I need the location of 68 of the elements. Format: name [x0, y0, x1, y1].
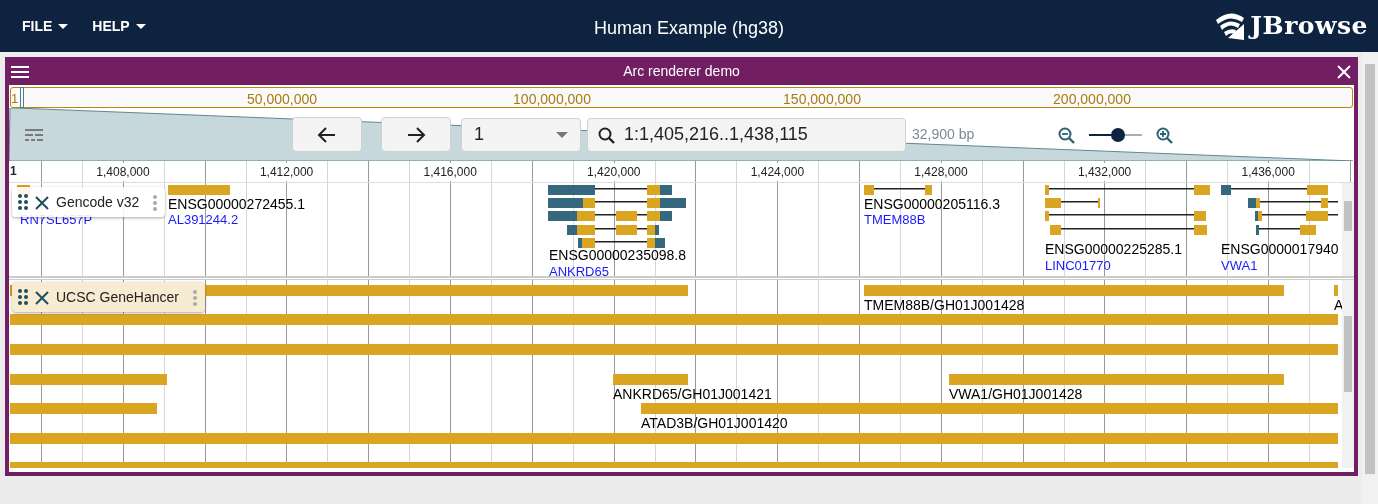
feature-label: ANKRD65/GH01J001421 [613, 387, 772, 401]
slider-thumb[interactable] [1111, 127, 1126, 142]
zoom-in-icon [1156, 126, 1174, 144]
ruler-chromosome: 1 [10, 163, 17, 180]
more-icon [153, 194, 158, 211]
ruler-tick-label: 1,428,000 [912, 163, 970, 181]
scrollbar[interactable] [1342, 183, 1354, 276]
menu-icon [11, 64, 29, 79]
overview-tick-label: 200,000,000 [1053, 90, 1131, 109]
close-icon [34, 194, 50, 211]
more-icon [192, 289, 197, 306]
zoom-slider[interactable] [1089, 127, 1143, 142]
ruler-tick-label: 1,416,000 [421, 163, 479, 181]
scrollbar[interactable] [1362, 52, 1378, 504]
close-icon [34, 289, 50, 306]
logo-icon [1214, 10, 1247, 42]
feature-id: ENSG00000235098.8 [549, 248, 686, 262]
overview-start: 1 [11, 90, 19, 108]
gene-name: LINC01770 [1045, 259, 1111, 272]
ruler-tick-label: 1,408,000 [94, 163, 152, 181]
drag-handle-icon[interactable] [18, 289, 28, 305]
ruler-tick-label: 1,420,000 [585, 163, 643, 181]
view-title: Arc renderer demo [623, 62, 740, 79]
feature-id: ENSG00000272455.1 [168, 197, 305, 211]
logo-text: JBrowse [1250, 10, 1368, 43]
overview-tick-label: 50,000,000 [246, 90, 318, 109]
right-arrow-icon [406, 125, 426, 144]
overview-tick-label: 150,000,000 [783, 90, 861, 109]
caret-icon [135, 23, 146, 29]
overview-tick-label: 100,000,000 [513, 90, 591, 109]
ruler-tick-label: 1,412,000 [257, 163, 316, 181]
chromosome-select[interactable]: 1 [461, 117, 581, 152]
caret-icon [556, 131, 568, 138]
feature-id: ENSG00000225285.1 [1045, 242, 1182, 256]
gene-name: TMEM88B [864, 213, 926, 226]
feature-id: ENSG0000017940 [1221, 242, 1339, 256]
scrollbar[interactable] [1342, 280, 1354, 468]
search-icon [598, 126, 615, 144]
caret-icon [58, 23, 69, 29]
ruler-tick-label: 1,436,000 [1239, 163, 1297, 181]
ruler-tick-label: 1,424,000 [748, 163, 807, 181]
gene-name: ANKRD65 [549, 265, 609, 276]
left-arrow-icon [317, 125, 337, 144]
feature-label: ATAD3B/GH01J001420 [641, 416, 788, 430]
location-field[interactable]: 1:1,405,216..1,438,115 [587, 117, 906, 152]
feature-id: ENSG00000205116.3 [864, 197, 1000, 211]
ruler-tick-label: 1,432,000 [1075, 163, 1134, 181]
track-name: UCSC GeneHancer [56, 287, 179, 307]
gene-name: RN7SL657P [20, 213, 93, 226]
close-icon [1336, 63, 1352, 80]
view-marker [20, 87, 24, 108]
gene-name: AL391244.2 [168, 213, 239, 226]
track-name: Gencode v32 [56, 192, 140, 212]
feature-label: VWA1/GH01J001428 [949, 387, 1083, 401]
gene-drawing [168, 185, 230, 197]
gene-name: VWA1 [1221, 259, 1258, 272]
feature-bar [1334, 285, 1338, 296]
menu-button[interactable]: HELP [80, 9, 158, 43]
app-title: Human Example (hg38) [593, 18, 785, 38]
tracks-icon [25, 129, 43, 142]
zoom-out-icon [1058, 126, 1076, 144]
gene-drawing [864, 185, 932, 197]
forward-button[interactable] [381, 117, 451, 152]
span-label: 32,900 bp [912, 125, 975, 144]
back-button[interactable] [292, 117, 362, 152]
drag-handle-icon[interactable] [18, 194, 28, 210]
menu-button[interactable]: FILE [10, 9, 81, 43]
feature-label: TMEM88B/GH01J001428 [864, 298, 1025, 312]
